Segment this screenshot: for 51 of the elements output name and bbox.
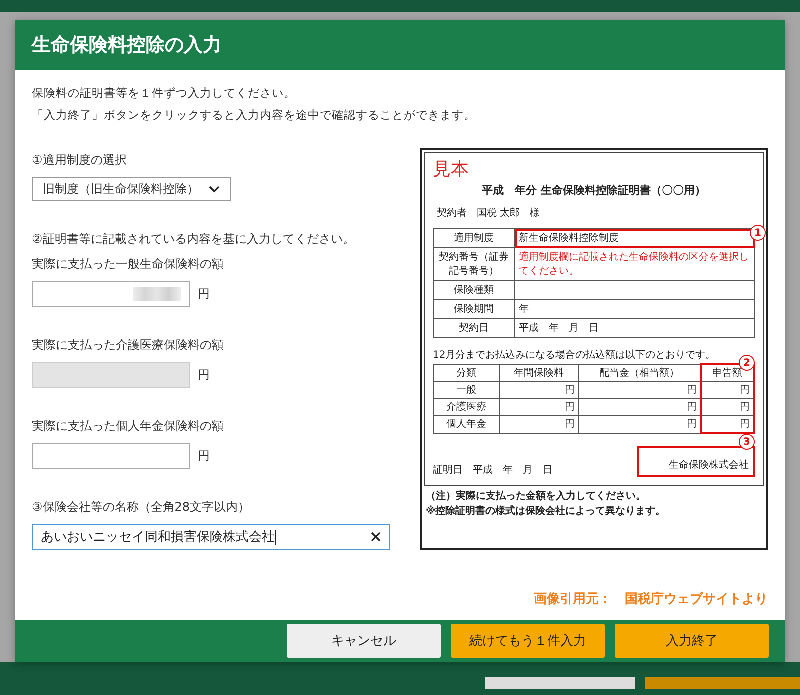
table-cell: 一般	[434, 382, 500, 398]
company-name-field[interactable]: あいおいニッセイ同和損害保険株式会社	[32, 524, 390, 550]
table-cell: 年	[514, 300, 754, 318]
table-cell: 適用制度欄に記載された生命保険料の区分を選択してください。	[514, 248, 754, 280]
table-cell: 個人年金	[434, 416, 500, 433]
table-cell: 適用制度	[434, 228, 514, 248]
column-header: 配当金（相当額）	[578, 364, 701, 382]
certificate-title: 平成 年分 生命保険料控除証明書（〇〇用）	[481, 183, 707, 198]
action-button[interactable]: 続けてもう１件入力	[451, 624, 605, 658]
instruction-text: 「入力終了」ボタンをクリックすると入力内容を途中で確認することができます。	[32, 107, 477, 124]
unit-label: 円	[198, 448, 210, 464]
section-heading: ②証明書等に記載されている内容を基に入力してください。	[32, 231, 356, 248]
table-cell: 契約日	[434, 318, 514, 338]
unit-label: 円	[198, 366, 210, 384]
field-label: ①適用制度の選択	[32, 152, 128, 169]
table-cell: 円	[700, 416, 754, 433]
table-cell: 保険期間	[434, 300, 514, 318]
clear-icon[interactable]	[371, 532, 381, 542]
column-header: 年間保険料	[499, 364, 579, 382]
table-cell: 保険種類	[434, 280, 514, 300]
field-label: 実際に支払った介護医療保険料の額	[32, 337, 225, 354]
action-button[interactable]: キャンセル	[287, 624, 441, 658]
column-header: 分類	[434, 364, 500, 382]
dialog-title: 生命保険料控除の入力	[15, 20, 785, 70]
sample-label: 見本	[433, 158, 470, 181]
number-marker: 3	[739, 434, 755, 450]
note-text: （注）実際に支払った金額を入力してください。	[426, 489, 647, 504]
date-text: 証明日 平成 年 月 日	[433, 464, 553, 477]
holder-text: 契約者 国税 太郎 様	[437, 206, 542, 220]
unit-label: 円	[198, 286, 210, 302]
table-cell: 円	[700, 398, 754, 416]
table-cell: 平成 年 月 日	[514, 318, 754, 338]
chevron-down-icon	[209, 186, 220, 192]
system-dropdown[interactable]: 旧制度（旧生命保険料控除）	[32, 177, 231, 201]
amount-field[interactable]	[32, 443, 190, 469]
number-marker: 1	[750, 225, 766, 241]
table-cell: 介護医療	[434, 398, 500, 416]
instruction-text: 保険料の証明書等を１件ずつ入力してください。	[32, 85, 297, 102]
table-cell: 円	[499, 398, 579, 416]
table-cell: 円	[499, 416, 579, 433]
field-label: 実際に支払った一般生命保険料の額	[32, 256, 225, 273]
table-caption: 12月分までお払込みになる場合の払込額は以下のとおりです。	[433, 348, 717, 362]
amount-field[interactable]	[32, 281, 190, 307]
table-cell: 契約番号（証券記号番号）	[434, 248, 514, 280]
field-label: ③保険会社等の名称（全角28文字以内）	[32, 499, 252, 516]
source-text: 画像引用元： 国税庁ウェブサイトより	[534, 590, 768, 609]
note-text: ※控除証明書の様式は保険会社によって異なります。	[426, 504, 667, 519]
table-cell: 円	[700, 382, 754, 398]
field-label: 実際に支払った個人年金保険料の額	[32, 418, 225, 435]
action-button[interactable]: 入力終了	[615, 624, 769, 658]
table-cell: 円	[499, 382, 579, 398]
